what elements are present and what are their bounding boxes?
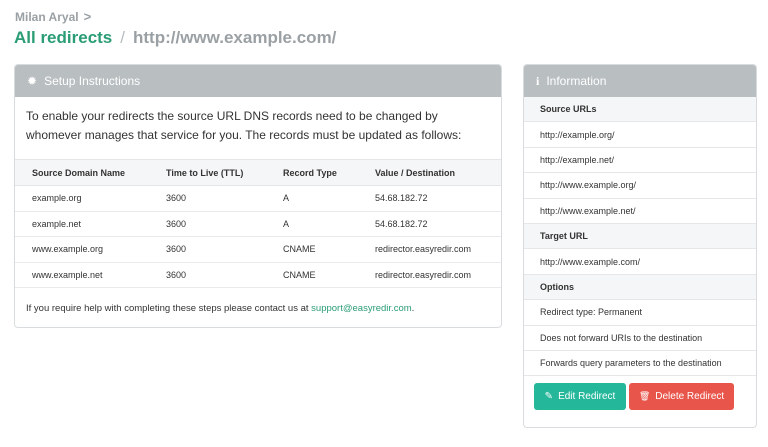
breadcrumb-user[interactable]: Milan Aryal — [15, 10, 79, 24]
delete-redirect-button[interactable]: 🗑 Delete Redirect — [629, 383, 734, 411]
table-cell: 3600 — [166, 236, 283, 263]
option-item: Forwards query parameters to the destina… — [524, 351, 756, 377]
target-url-item: http://www.example.com/ — [524, 249, 756, 275]
table-cell: 54.68.182.72 — [375, 185, 501, 212]
info-panel-header: i Information — [524, 65, 756, 97]
chevron-right-icon: > — [83, 9, 92, 24]
column-header: Record Type — [283, 159, 375, 186]
table-row: example.org 3600 A 54.68.182.72 — [15, 185, 501, 212]
table-row: www.example.org 3600 CNAME redirector.ea… — [15, 236, 501, 263]
table-cell: www.example.org — [15, 236, 166, 263]
column-header: Source Domain Name — [15, 159, 166, 186]
breadcrumb: Milan Aryal > — [15, 9, 91, 24]
edit-redirect-label: Edit Redirect — [558, 391, 616, 403]
table-cell: A — [283, 185, 375, 212]
source-urls-header: Source URLs — [524, 97, 756, 123]
option-item: Does not forward URIs to the destination — [524, 326, 756, 351]
column-header: Time to Live (TTL) — [166, 159, 283, 186]
source-url-item: http://example.org/ — [524, 122, 756, 148]
setup-panel-header: ✹ Setup Instructions — [15, 65, 501, 97]
title-separator: / — [120, 28, 125, 47]
table-cell: 3600 — [166, 185, 283, 212]
table-row: www.example.net 3600 CNAME redirector.ea… — [15, 262, 501, 288]
target-url-header: Target URL — [524, 223, 756, 250]
page-title: All redirects / http://www.example.com/ — [14, 28, 336, 48]
edit-redirect-button[interactable]: ✎ Edit Redirect — [534, 383, 626, 411]
info-panel-title: Information — [546, 74, 607, 88]
source-url-item: http://www.example.org/ — [524, 173, 756, 199]
table-cell: example.org — [15, 185, 166, 212]
help-text-body: If you require help with completing thes… — [26, 303, 312, 314]
pencil-icon: ✎ — [544, 391, 554, 403]
info-list: Source URLs http://example.org/ http://e… — [524, 97, 756, 377]
table-cell: CNAME — [283, 236, 375, 263]
options-header: Options — [524, 274, 756, 301]
action-buttons: ✎ Edit Redirect 🗑 Delete Redirect — [524, 376, 756, 411]
option-item: Redirect type: Permanent — [524, 300, 756, 326]
help-text: If you require help with completing thes… — [15, 288, 501, 314]
table-cell: 3600 — [166, 262, 283, 288]
support-email-link[interactable]: support@easyredir.com — [311, 303, 411, 314]
table-header-row: Source Domain Name Time to Live (TTL) Re… — [15, 159, 501, 186]
setup-intro-text: To enable your redirects the source URL … — [26, 109, 462, 142]
table-cell: redirector.easyredir.com — [375, 262, 501, 288]
page-title-main[interactable]: All redirects — [14, 28, 112, 48]
table-cell: www.example.net — [15, 262, 166, 288]
delete-redirect-label: Delete Redirect — [655, 391, 725, 403]
table-cell: 54.68.182.72 — [375, 211, 501, 237]
table-cell: example.net — [15, 211, 166, 237]
help-text-end: . — [411, 303, 415, 314]
table-cell: 3600 — [166, 211, 283, 237]
table-cell: redirector.easyredir.com — [375, 236, 501, 263]
table-cell: CNAME — [283, 262, 375, 288]
information-panel: i Information Source URLs http://example… — [523, 64, 757, 428]
source-url-item: http://example.net/ — [524, 148, 756, 174]
info-icon: i — [536, 73, 540, 88]
dns-records-table: Source Domain Name Time to Live (TTL) Re… — [15, 159, 501, 288]
column-header: Value / Destination — [375, 159, 501, 186]
page-title-url: http://www.example.com/ — [133, 28, 337, 47]
table-row: example.net 3600 A 54.68.182.72 — [15, 211, 501, 237]
source-url-item: http://www.example.net/ — [524, 199, 756, 224]
setup-panel-title: Setup Instructions — [44, 74, 141, 88]
setup-instructions-panel: ✹ Setup Instructions To enable your redi… — [14, 64, 502, 328]
gear-icon: ✹ — [27, 74, 38, 88]
table-cell: A — [283, 211, 375, 237]
trash-icon: 🗑 — [638, 391, 651, 402]
